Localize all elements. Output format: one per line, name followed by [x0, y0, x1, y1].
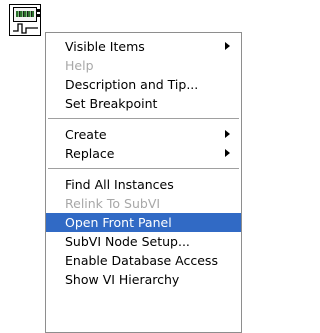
menu-item-label: Help	[65, 58, 94, 73]
menu-item-create[interactable]: Create	[46, 125, 241, 144]
menu-item-label: Create	[65, 127, 107, 142]
submenu-arrow-icon	[225, 130, 230, 138]
menu-item-help[interactable]: Help	[46, 56, 241, 75]
menu-item-label: SubVI Node Setup...	[65, 234, 190, 249]
menu-item-label: Relink To SubVI	[65, 196, 161, 211]
subvi-node-icon[interactable]	[9, 4, 41, 36]
menu-item-subvi-node-setup[interactable]: SubVI Node Setup...	[46, 232, 241, 251]
submenu-arrow-icon	[225, 42, 230, 50]
menu-item-set-breakpoint[interactable]: Set Breakpoint	[46, 94, 241, 113]
menu-separator	[46, 113, 241, 125]
menu-item-label: Enable Database Access	[65, 253, 218, 268]
menu-item-find-all-instances[interactable]: Find All Instances	[46, 175, 241, 194]
menu-item-label: Visible Items	[65, 39, 145, 54]
menu-separator	[46, 163, 241, 175]
knob-icon	[37, 14, 40, 17]
menu-item-enable-database-access[interactable]: Enable Database Access	[46, 251, 241, 270]
menu-item-label: Replace	[65, 146, 115, 161]
menu-item-label: Description and Tip...	[65, 77, 199, 92]
step-waveform-icon	[13, 23, 38, 34]
waveform-display-icon	[13, 7, 37, 22]
menu-item-label: Set Breakpoint	[65, 96, 158, 111]
menu-item-label: Show VI Hierarchy	[65, 272, 180, 287]
screen: Visible Items Help Description and Tip..…	[0, 0, 242, 333]
context-menu: Visible Items Help Description and Tip..…	[45, 32, 242, 333]
menu-item-show-vi-hierarchy[interactable]: Show VI Hierarchy	[46, 270, 241, 289]
menu-item-open-front-panel[interactable]: Open Front Panel	[46, 213, 241, 232]
menu-item-relink-to-subvi[interactable]: Relink To SubVI	[46, 194, 241, 213]
submenu-arrow-icon	[225, 149, 230, 157]
menu-item-replace[interactable]: Replace	[46, 144, 241, 163]
knob-icon	[37, 9, 40, 12]
menu-item-label: Open Front Panel	[65, 215, 172, 230]
waveform-band	[16, 11, 34, 17]
menu-item-label: Find All Instances	[65, 177, 174, 192]
menu-item-description-and-tip[interactable]: Description and Tip...	[46, 75, 241, 94]
menu-item-visible-items[interactable]: Visible Items	[46, 37, 241, 56]
